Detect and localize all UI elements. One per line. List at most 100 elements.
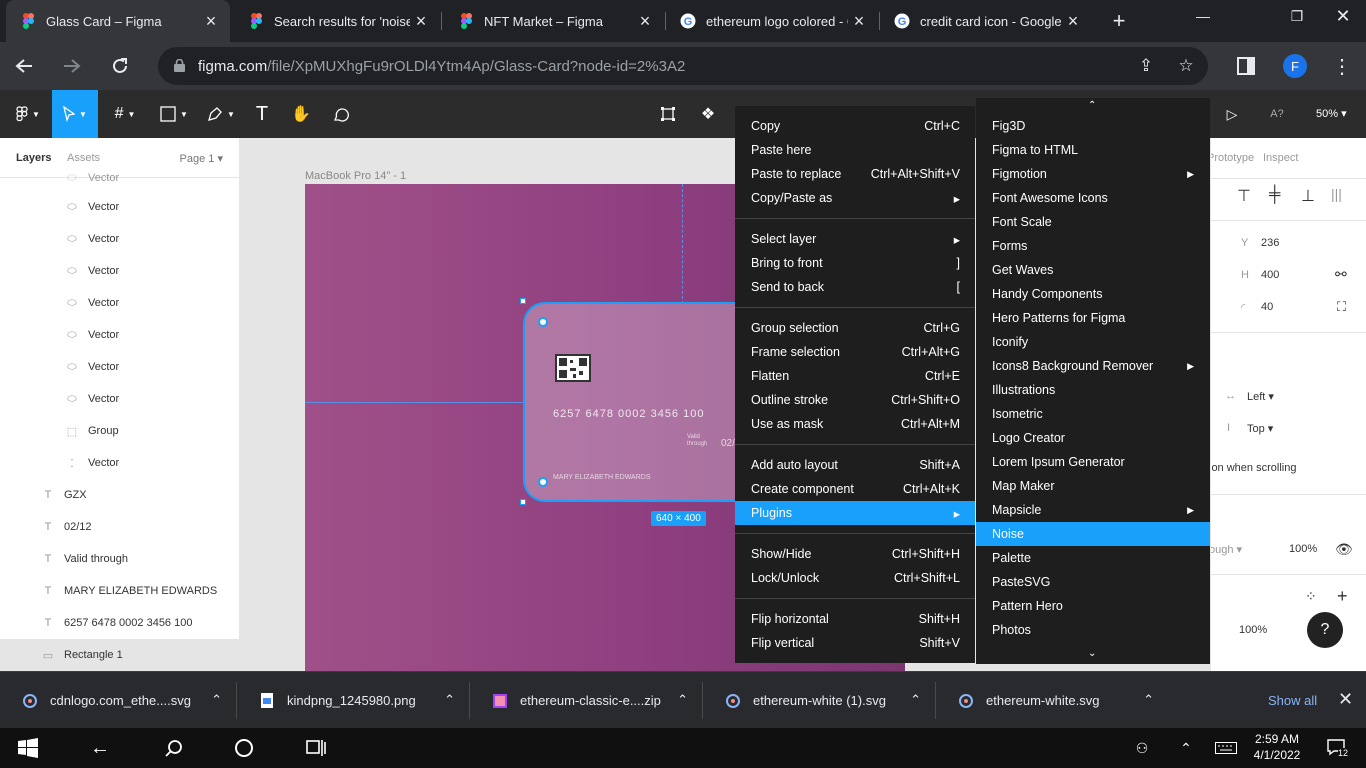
- layer-opacity-value[interactable]: 100%: [1289, 543, 1317, 555]
- plugin-item[interactable]: Palette: [976, 546, 1210, 570]
- menu-item-lock-unlock[interactable]: Lock/Unlock Ctrl+Shift+L: [735, 566, 975, 590]
- align-vertical-center-icon[interactable]: ╪: [1269, 186, 1280, 204]
- plugin-item[interactable]: Iconify: [976, 330, 1210, 354]
- corner-radius-value[interactable]: 40: [1261, 301, 1273, 313]
- constrain-proportions-icon[interactable]: ⚯: [1335, 266, 1347, 283]
- browser-tab-ethereum-logo[interactable]: G ethereum logo colored - G ×: [666, 0, 878, 42]
- sidebar-toggle-icon[interactable]: [1232, 52, 1260, 80]
- scroll-up-icon[interactable]: ⌃: [1088, 100, 1096, 111]
- layer-row[interactable]: T Valid through: [0, 543, 239, 575]
- bookmark-star-icon[interactable]: ☆: [1176, 56, 1196, 76]
- menu-item-add-auto-layout[interactable]: Add auto layout Shift+A: [735, 453, 975, 477]
- layer-row-partial[interactable]: ⬭ Vector: [0, 162, 239, 194]
- windows-start-icon[interactable]: [10, 728, 46, 768]
- close-downloads-icon[interactable]: ✕: [1338, 689, 1353, 710]
- plugin-item[interactable]: Font Scale: [976, 210, 1210, 234]
- notifications-icon[interactable]: 12: [1322, 728, 1352, 768]
- menu-item-flatten[interactable]: Flatten Ctrl+E: [735, 364, 975, 388]
- tab-prototype[interactable]: Prototype: [1211, 152, 1254, 164]
- layer-row[interactable]: ⬭ Vector: [0, 191, 239, 223]
- blend-mode-select[interactable]: ough ▾: [1211, 543, 1242, 556]
- align-bottom-icon[interactable]: ⊥: [1301, 186, 1315, 206]
- close-window-button[interactable]: ✕: [1320, 0, 1366, 32]
- independent-corners-icon[interactable]: ⛶: [1337, 299, 1346, 315]
- menu-item-create-component[interactable]: Create component Ctrl+Alt+K: [735, 477, 975, 501]
- people-icon[interactable]: ⚇: [1128, 728, 1156, 768]
- plugin-item-noise[interactable]: Noise: [976, 522, 1210, 546]
- close-tab-icon[interactable]: ×: [200, 10, 222, 32]
- layer-row[interactable]: ⬭ Vector: [0, 319, 239, 351]
- menu-item-send-to-back[interactable]: Send to back [: [735, 275, 975, 299]
- distribute-icon[interactable]: |||: [1331, 186, 1342, 202]
- layer-row[interactable]: ⬭ Vector: [0, 383, 239, 415]
- add-fill-icon[interactable]: +: [1337, 586, 1348, 607]
- download-item[interactable]: kindpng_1245980.png ⌃: [237, 672, 469, 729]
- plugin-item[interactable]: Forms: [976, 234, 1210, 258]
- menu-item-select-layer[interactable]: Select layer ▸: [735, 227, 975, 251]
- layer-row[interactable]: ⬭ Vector: [0, 255, 239, 287]
- help-button[interactable]: ?: [1307, 612, 1343, 648]
- plugin-item[interactable]: Handy Components: [976, 282, 1210, 306]
- plugin-item[interactable]: Isometric: [976, 402, 1210, 426]
- tab-inspect[interactable]: Inspect: [1263, 152, 1298, 164]
- component-tool[interactable]: ❖: [696, 90, 720, 138]
- back-arrow-icon[interactable]: ←: [80, 728, 120, 768]
- main-menu-button[interactable]: ▼: [8, 90, 48, 138]
- address-bar[interactable]: figma.com/file/XpMUXhgFu9rOLDl4Ytm4Ap/Gl…: [158, 47, 1208, 85]
- move-tool[interactable]: ▼: [52, 90, 98, 138]
- menu-item-bring-to-front[interactable]: Bring to front]: [735, 251, 975, 275]
- constraint-horizontal-select[interactable]: Left ▾: [1247, 390, 1274, 403]
- minimize-button[interactable]: —: [1180, 0, 1226, 32]
- download-item[interactable]: ethereum-white (1).svg ⌃: [703, 672, 935, 729]
- chevron-up-icon[interactable]: ⌃: [444, 692, 455, 708]
- layer-row[interactable]: T GZX: [0, 479, 239, 511]
- comment-tool[interactable]: [328, 90, 354, 138]
- download-item[interactable]: ethereum-white.svg ⌃: [936, 672, 1168, 729]
- plugin-item[interactable]: Figma to HTML: [976, 138, 1210, 162]
- menu-item-show-hide[interactable]: Show/Hide Ctrl+Shift+H: [735, 542, 975, 566]
- menu-item-use-as-mask[interactable]: Use as mask Ctrl+Alt+M: [735, 412, 975, 436]
- menu-item-copy[interactable]: Copy Ctrl+C: [735, 114, 975, 138]
- style-grid-icon[interactable]: ⁘: [1305, 588, 1317, 605]
- layer-row[interactable]: ⬭ Vector: [0, 287, 239, 319]
- chevron-up-icon[interactable]: ⌃: [1143, 692, 1154, 708]
- layer-row[interactable]: ⬚ Group: [0, 415, 239, 447]
- corner-radius-handle[interactable]: [538, 477, 548, 487]
- chevron-up-icon[interactable]: ⌃: [677, 692, 688, 708]
- show-all-downloads-link[interactable]: Show all: [1268, 693, 1317, 708]
- back-button[interactable]: [10, 52, 38, 80]
- close-tab-icon[interactable]: ×: [410, 10, 432, 32]
- cortana-circle-icon[interactable]: [224, 728, 264, 768]
- plugin-item[interactable]: Figmotion ▶: [976, 162, 1210, 186]
- frame-label[interactable]: MacBook Pro 14" - 1: [305, 170, 406, 182]
- font-check-button[interactable]: A?: [1264, 90, 1290, 138]
- layer-row[interactable]: ⁚ Vector: [0, 447, 239, 479]
- plugin-item[interactable]: Map Maker: [976, 474, 1210, 498]
- corner-radius-handle[interactable]: [538, 317, 548, 327]
- plugin-item[interactable]: Logo Creator: [976, 426, 1210, 450]
- menu-item-group-selection[interactable]: Group selection Ctrl+G: [735, 316, 975, 340]
- crop-tool[interactable]: [656, 90, 680, 138]
- layer-row[interactable]: ⬭ Vector: [0, 351, 239, 383]
- menu-item-copy-paste-as[interactable]: Copy/Paste as ▸: [735, 186, 975, 210]
- new-tab-button[interactable]: +: [1106, 8, 1132, 34]
- resize-handle[interactable]: [520, 499, 526, 505]
- plugin-item[interactable]: Illustrations: [976, 378, 1210, 402]
- hand-tool[interactable]: ✋: [286, 90, 316, 138]
- menu-item-outline-stroke[interactable]: Outline stroke Ctrl+Shift+O: [735, 388, 975, 412]
- pen-tool[interactable]: ▼: [198, 90, 244, 138]
- restore-button[interactable]: ❐: [1274, 0, 1320, 32]
- menu-item-plugins[interactable]: Plugins ▸: [735, 501, 975, 525]
- download-item[interactable]: cdnlogo.com_ethe....svg ⌃: [0, 672, 236, 729]
- glass-card[interactable]: 6257 6478 0002 3456 100 Valid through 02…: [523, 302, 753, 502]
- plugin-item[interactable]: Lorem Ipsum Generator: [976, 450, 1210, 474]
- present-button[interactable]: ▷: [1220, 90, 1244, 138]
- download-item[interactable]: ethereum-classic-e....zip ⌃: [470, 672, 702, 729]
- menu-item-frame-selection[interactable]: Frame selection Ctrl+Alt+G: [735, 340, 975, 364]
- plugin-item[interactable]: Fig3D: [976, 114, 1210, 138]
- browser-tab-search-noise[interactable]: Search results for 'noise' – ×: [234, 0, 440, 42]
- keyboard-icon[interactable]: [1210, 728, 1242, 768]
- y-value[interactable]: 236: [1261, 237, 1279, 249]
- profile-avatar[interactable]: F: [1283, 54, 1307, 78]
- eye-icon[interactable]: 👁: [1335, 541, 1353, 558]
